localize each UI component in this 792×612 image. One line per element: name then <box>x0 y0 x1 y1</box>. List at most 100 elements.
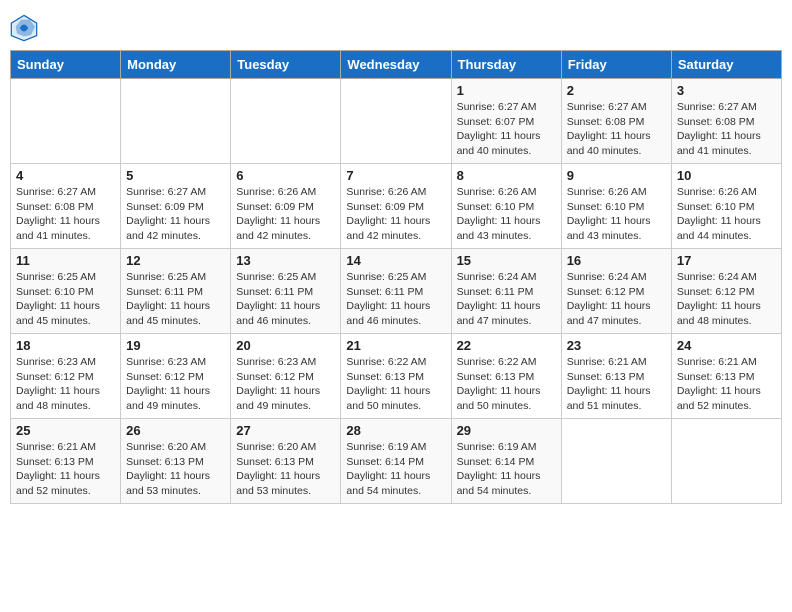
day-number: 3 <box>677 83 776 98</box>
day-number: 26 <box>126 423 225 438</box>
day-number: 9 <box>567 168 666 183</box>
calendar-cell: 16 Sunrise: 6:24 AM Sunset: 6:12 PM Dayli… <box>561 249 671 334</box>
calendar-cell: 22 Sunrise: 6:22 AM Sunset: 6:13 PM Dayli… <box>451 334 561 419</box>
day-number: 23 <box>567 338 666 353</box>
logo-icon <box>10 14 38 42</box>
day-info: Sunrise: 6:21 AM Sunset: 6:13 PM Dayligh… <box>567 355 666 414</box>
header-cell-sunday: Sunday <box>11 51 121 79</box>
day-number: 4 <box>16 168 115 183</box>
day-info: Sunrise: 6:19 AM Sunset: 6:14 PM Dayligh… <box>457 440 556 499</box>
calendar-cell <box>11 79 121 164</box>
day-info: Sunrise: 6:24 AM Sunset: 6:12 PM Dayligh… <box>677 270 776 329</box>
calendar-cell: 8 Sunrise: 6:26 AM Sunset: 6:10 PM Daylig… <box>451 164 561 249</box>
calendar-cell: 20 Sunrise: 6:23 AM Sunset: 6:12 PM Dayli… <box>231 334 341 419</box>
calendar-cell: 29 Sunrise: 6:19 AM Sunset: 6:14 PM Dayli… <box>451 419 561 504</box>
day-info: Sunrise: 6:23 AM Sunset: 6:12 PM Dayligh… <box>126 355 225 414</box>
day-info: Sunrise: 6:21 AM Sunset: 6:13 PM Dayligh… <box>677 355 776 414</box>
header <box>10 10 782 42</box>
day-number: 16 <box>567 253 666 268</box>
calendar-cell: 15 Sunrise: 6:24 AM Sunset: 6:11 PM Dayli… <box>451 249 561 334</box>
calendar-cell: 27 Sunrise: 6:20 AM Sunset: 6:13 PM Dayli… <box>231 419 341 504</box>
day-info: Sunrise: 6:19 AM Sunset: 6:14 PM Dayligh… <box>346 440 445 499</box>
day-info: Sunrise: 6:25 AM Sunset: 6:10 PM Dayligh… <box>16 270 115 329</box>
logo <box>10 14 42 42</box>
calendar-table: SundayMondayTuesdayWednesdayThursdayFrid… <box>10 50 782 504</box>
day-info: Sunrise: 6:25 AM Sunset: 6:11 PM Dayligh… <box>346 270 445 329</box>
day-number: 28 <box>346 423 445 438</box>
day-info: Sunrise: 6:26 AM Sunset: 6:10 PM Dayligh… <box>677 185 776 244</box>
day-info: Sunrise: 6:26 AM Sunset: 6:10 PM Dayligh… <box>567 185 666 244</box>
day-info: Sunrise: 6:24 AM Sunset: 6:11 PM Dayligh… <box>457 270 556 329</box>
day-info: Sunrise: 6:26 AM Sunset: 6:09 PM Dayligh… <box>346 185 445 244</box>
calendar-cell: 28 Sunrise: 6:19 AM Sunset: 6:14 PM Dayli… <box>341 419 451 504</box>
day-info: Sunrise: 6:21 AM Sunset: 6:13 PM Dayligh… <box>16 440 115 499</box>
day-number: 21 <box>346 338 445 353</box>
calendar-cell <box>341 79 451 164</box>
header-cell-saturday: Saturday <box>671 51 781 79</box>
calendar-cell: 13Sunrise: 6:25 AM Sunset: 6:11 PM Dayli… <box>231 249 341 334</box>
calendar-cell <box>671 419 781 504</box>
calendar-cell: 11 Sunrise: 6:25 AM Sunset: 6:10 PM Dayli… <box>11 249 121 334</box>
day-number: 10 <box>677 168 776 183</box>
calendar-cell: 17 Sunrise: 6:24 AM Sunset: 6:12 PM Dayli… <box>671 249 781 334</box>
calendar-cell: 5 Sunrise: 6:27 AM Sunset: 6:09 PM Daylig… <box>121 164 231 249</box>
calendar-cell: 3 Sunrise: 6:27 AM Sunset: 6:08 PM Daylig… <box>671 79 781 164</box>
day-info: Sunrise: 6:23 AM Sunset: 6:12 PM Dayligh… <box>16 355 115 414</box>
day-number: 18 <box>16 338 115 353</box>
calendar-cell: 6Sunrise: 6:26 AM Sunset: 6:09 PM Daylig… <box>231 164 341 249</box>
header-cell-tuesday: Tuesday <box>231 51 341 79</box>
day-info: Sunrise: 6:27 AM Sunset: 6:09 PM Dayligh… <box>126 185 225 244</box>
day-number: 7 <box>346 168 445 183</box>
day-number: 19 <box>126 338 225 353</box>
calendar-cell: 21 Sunrise: 6:22 AM Sunset: 6:13 PM Dayli… <box>341 334 451 419</box>
calendar-cell: 7 Sunrise: 6:26 AM Sunset: 6:09 PM Daylig… <box>341 164 451 249</box>
day-number: 17 <box>677 253 776 268</box>
header-cell-thursday: Thursday <box>451 51 561 79</box>
day-info: Sunrise: 6:27 AM Sunset: 6:08 PM Dayligh… <box>16 185 115 244</box>
calendar-cell <box>121 79 231 164</box>
day-number: 14 <box>346 253 445 268</box>
calendar-cell: 18 Sunrise: 6:23 AM Sunset: 6:12 PM Dayli… <box>11 334 121 419</box>
header-row: SundayMondayTuesdayWednesdayThursdayFrid… <box>11 51 782 79</box>
day-info: Sunrise: 6:20 AM Sunset: 6:13 PM Dayligh… <box>236 440 335 499</box>
week-row-3: 18 Sunrise: 6:23 AM Sunset: 6:12 PM Dayli… <box>11 334 782 419</box>
day-info: Sunrise: 6:27 AM Sunset: 6:07 PM Dayligh… <box>457 100 556 159</box>
day-info: Sunrise: 6:23 AM Sunset: 6:12 PM Dayligh… <box>236 355 335 414</box>
day-number: 13 <box>236 253 335 268</box>
day-number: 25 <box>16 423 115 438</box>
day-info: Sunrise: 6:22 AM Sunset: 6:13 PM Dayligh… <box>346 355 445 414</box>
week-row-2: 11 Sunrise: 6:25 AM Sunset: 6:10 PM Dayli… <box>11 249 782 334</box>
day-number: 2 <box>567 83 666 98</box>
calendar-header: SundayMondayTuesdayWednesdayThursdayFrid… <box>11 51 782 79</box>
day-number: 6 <box>236 168 335 183</box>
calendar-cell: 1 Sunrise: 6:27 AM Sunset: 6:07 PM Daylig… <box>451 79 561 164</box>
day-number: 1 <box>457 83 556 98</box>
day-info: Sunrise: 6:24 AM Sunset: 6:12 PM Dayligh… <box>567 270 666 329</box>
day-number: 11 <box>16 253 115 268</box>
day-number: 22 <box>457 338 556 353</box>
calendar-cell: 19 Sunrise: 6:23 AM Sunset: 6:12 PM Dayli… <box>121 334 231 419</box>
header-cell-wednesday: Wednesday <box>341 51 451 79</box>
day-number: 15 <box>457 253 556 268</box>
week-row-0: 1 Sunrise: 6:27 AM Sunset: 6:07 PM Daylig… <box>11 79 782 164</box>
calendar-cell: 2 Sunrise: 6:27 AM Sunset: 6:08 PM Daylig… <box>561 79 671 164</box>
calendar-cell: 26 Sunrise: 6:20 AM Sunset: 6:13 PM Dayli… <box>121 419 231 504</box>
day-number: 8 <box>457 168 556 183</box>
day-number: 5 <box>126 168 225 183</box>
day-number: 20 <box>236 338 335 353</box>
day-number: 27 <box>236 423 335 438</box>
calendar-body: 1 Sunrise: 6:27 AM Sunset: 6:07 PM Daylig… <box>11 79 782 504</box>
day-number: 24 <box>677 338 776 353</box>
calendar-cell: 24 Sunrise: 6:21 AM Sunset: 6:13 PM Dayli… <box>671 334 781 419</box>
calendar-cell <box>561 419 671 504</box>
header-cell-monday: Monday <box>121 51 231 79</box>
calendar-cell: 12Sunrise: 6:25 AM Sunset: 6:11 PM Dayli… <box>121 249 231 334</box>
day-info: Sunrise: 6:20 AM Sunset: 6:13 PM Dayligh… <box>126 440 225 499</box>
week-row-4: 25 Sunrise: 6:21 AM Sunset: 6:13 PM Dayli… <box>11 419 782 504</box>
day-info: Sunrise: 6:27 AM Sunset: 6:08 PM Dayligh… <box>567 100 666 159</box>
day-info: Sunrise: 6:22 AM Sunset: 6:13 PM Dayligh… <box>457 355 556 414</box>
day-number: 29 <box>457 423 556 438</box>
day-info: Sunrise: 6:27 AM Sunset: 6:08 PM Dayligh… <box>677 100 776 159</box>
day-info: Sunrise: 6:26 AM Sunset: 6:10 PM Dayligh… <box>457 185 556 244</box>
header-cell-friday: Friday <box>561 51 671 79</box>
